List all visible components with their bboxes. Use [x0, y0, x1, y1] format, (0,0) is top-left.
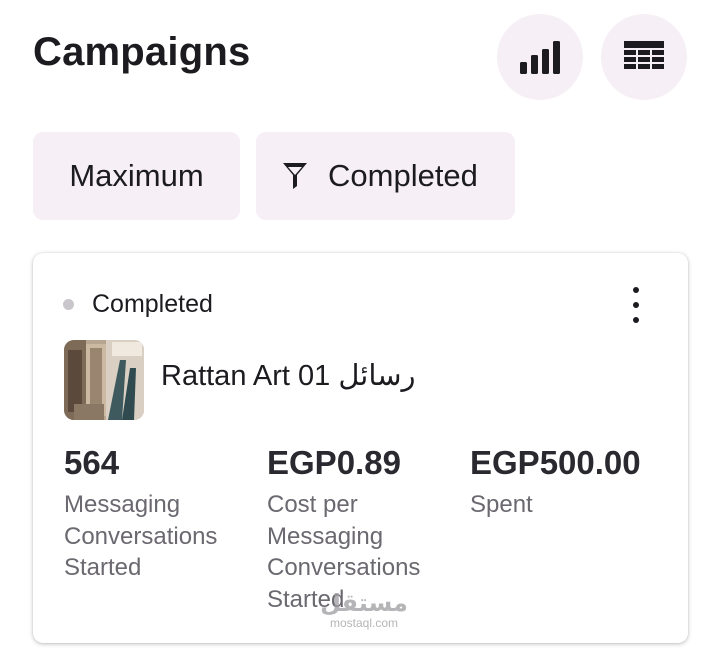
watermark-latin: mostaql.com [329, 616, 399, 630]
sort-chip[interactable]: Maximum [33, 132, 240, 220]
metric-conversations: 564 Messaging Conversations Started [64, 443, 254, 584]
campaign-name: Rattan Art 01 رسائل [161, 360, 416, 392]
campaign-status-label: Completed [92, 290, 213, 318]
table-icon [624, 41, 664, 69]
campaigns-screen: Campaigns Maximum Completed Completed Ra… [0, 0, 720, 651]
sort-chip-label: Maximum [69, 158, 204, 193]
page-title: Campaigns [33, 30, 251, 74]
metric-label: Spent [470, 491, 533, 518]
metric-spent: EGP500.00 Spent [470, 443, 680, 521]
status-filter-label: Completed [328, 158, 478, 193]
bar-chart-icon [520, 41, 560, 74]
watermark: مستقل mostaql.com [314, 590, 414, 631]
status-filter-chip[interactable]: Completed [256, 132, 515, 220]
metric-label: Messaging Conversations Started [64, 491, 218, 581]
metric-value: EGP0.89 [267, 444, 401, 481]
chart-view-button[interactable] [497, 14, 583, 100]
watermark-arabic: مستقل [320, 590, 408, 617]
campaign-thumbnail [64, 340, 144, 420]
campaign-status: Completed [63, 290, 213, 319]
metric-value: EGP500.00 [470, 444, 641, 481]
more-vertical-icon[interactable] [621, 287, 651, 323]
metric-value: 564 [64, 444, 120, 481]
table-view-button[interactable] [601, 14, 687, 100]
status-dot-icon [63, 299, 74, 310]
filter-icon [282, 162, 308, 190]
campaign-card[interactable]: Completed Rattan Art 01 رسائل 564 Messag… [33, 253, 688, 643]
